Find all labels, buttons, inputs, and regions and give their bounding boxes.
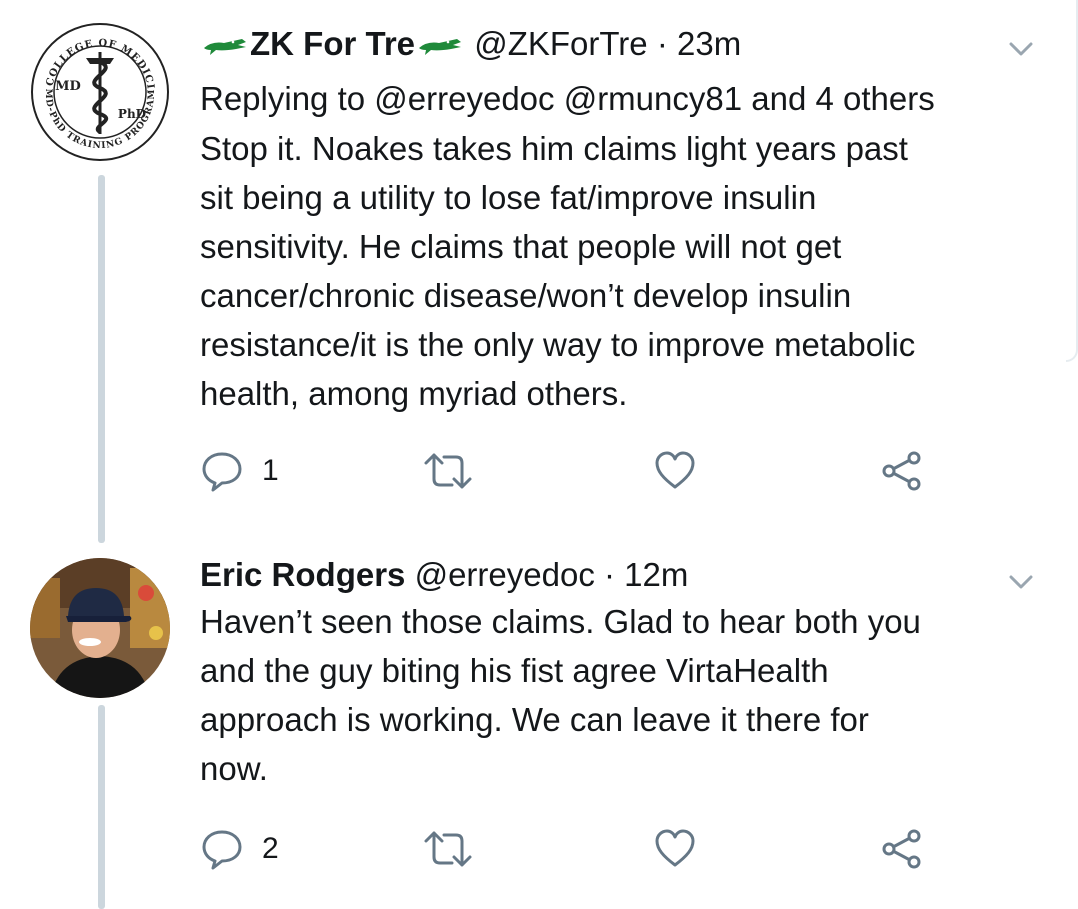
retweet-icon xyxy=(424,831,472,867)
tweet[interactable]: Eric Rodgers @erreyedoc · 12m Haven’t se… xyxy=(200,555,1038,870)
share-icon xyxy=(882,451,921,491)
chevron-down-icon[interactable] xyxy=(1004,32,1038,66)
tweet-text: Haven’t seen those claims. Glad to hear … xyxy=(200,603,921,787)
avatar[interactable] xyxy=(30,558,170,698)
speech-bubble-icon xyxy=(202,830,242,870)
separator-dot: · xyxy=(604,556,615,593)
timestamp[interactable]: 23m xyxy=(677,25,741,62)
chevron-down-icon[interactable] xyxy=(1004,565,1038,599)
scroll-edge xyxy=(1066,0,1078,362)
separator-dot: · xyxy=(656,25,668,62)
tweet-actions: 1 xyxy=(200,449,1038,495)
svg-text:PhD: PhD xyxy=(118,107,146,121)
retweet-button[interactable] xyxy=(422,449,474,493)
timestamp[interactable]: 12m xyxy=(624,556,688,593)
share-icon xyxy=(882,829,921,869)
tweet-header: ZK For Tre @ZKForTre · 23m xyxy=(200,24,1038,66)
user-handle[interactable]: @ZKForTre xyxy=(474,25,647,62)
heart-icon xyxy=(655,829,695,867)
profile-photo xyxy=(30,558,170,698)
tweet-text: Stop it. Noakes takes him claims light y… xyxy=(200,130,916,413)
reply-count: 1 xyxy=(262,454,279,487)
reply-count: 2 xyxy=(262,832,279,865)
tweet-header: Eric Rodgers @erreyedoc · 12m xyxy=(200,555,1038,595)
seal-logo: UF COLLEGE OF MEDICINE MD-PhD TRAINING P… xyxy=(30,22,169,161)
display-name[interactable]: Eric Rodgers xyxy=(200,556,405,593)
retweet-button[interactable] xyxy=(422,827,474,871)
replying-to-label: Replying to xyxy=(200,80,366,118)
like-button[interactable] xyxy=(653,827,697,871)
speech-bubble-icon xyxy=(202,452,242,492)
svg-text:MD: MD xyxy=(55,79,81,94)
like-button[interactable] xyxy=(653,449,697,493)
tweet[interactable]: ZK For Tre @ZKForTre · 23m Replying to @… xyxy=(200,24,1038,492)
user-handle[interactable]: @erreyedoc xyxy=(415,556,595,593)
tweet-actions: 2 xyxy=(200,827,1038,873)
replying-to: Replying to @erreyedoc @rmuncy81 and 4 o… xyxy=(200,79,1038,119)
thread-connector-line xyxy=(98,705,105,909)
thread-connector-line xyxy=(98,175,105,543)
share-button[interactable] xyxy=(880,449,924,493)
share-button[interactable] xyxy=(880,827,924,871)
reply-button[interactable]: 2 xyxy=(200,827,279,871)
reply-button[interactable]: 1 xyxy=(200,449,279,493)
reply-mentions[interactable]: @erreyedoc @rmuncy81 and 4 others xyxy=(374,80,934,117)
avatar[interactable]: UF COLLEGE OF MEDICINE MD-PhD TRAINING P… xyxy=(30,22,170,162)
heart-icon xyxy=(655,451,695,489)
alligator-icon xyxy=(417,26,463,66)
display-name[interactable]: ZK For Tre xyxy=(250,25,415,62)
alligator-icon xyxy=(202,26,248,66)
retweet-icon xyxy=(424,453,472,489)
